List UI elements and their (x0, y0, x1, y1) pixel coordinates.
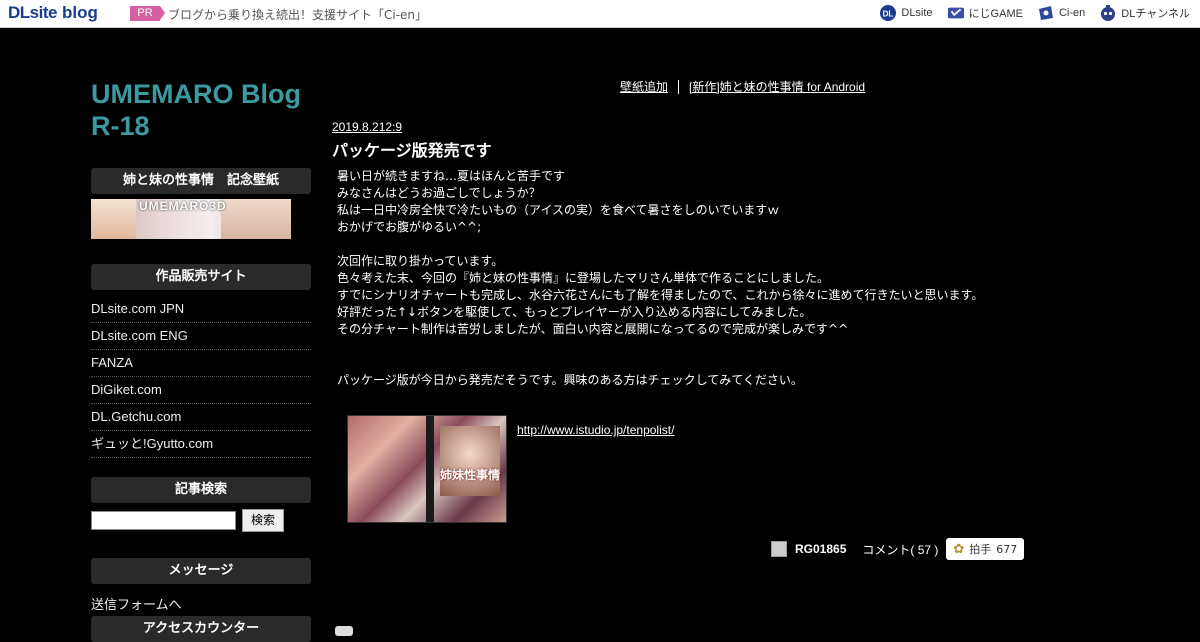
top-bar: DLsite blog PR ブログから乗り換え続出！支援サイト「Ci-en」 … (0, 0, 1200, 28)
sites-list: DLsite.com JPN DLsite.com ENG FANZA DiGi… (91, 296, 311, 458)
site-link-digiket[interactable]: DiGiket.com (91, 377, 311, 404)
clap-button[interactable]: ✿ 拍手 677 (946, 538, 1025, 560)
cien-icon (1037, 4, 1055, 22)
top-link-dlsite[interactable]: DL DLsite (879, 4, 933, 22)
logo-blog-text: blog (61, 3, 98, 22)
message-form-link[interactable]: 送信フォームへ (91, 594, 182, 613)
post-line: その分チャート制作は苦労しましたが、面白い内容と展開になってるので完成が楽しみで… (337, 322, 849, 336)
wallpaper-heading: 姉と妹の性事情 記念壁紙 (91, 168, 311, 194)
site-link-dlsite-jpn[interactable]: DLsite.com JPN (91, 296, 311, 323)
banner-left-image (91, 199, 136, 239)
search-heading: 記事検索 (91, 477, 311, 503)
nav-link-new-android[interactable]: [新作]姉と妹の性事情 for Android (689, 78, 865, 95)
pr-badge: PR (130, 6, 165, 21)
next-post-icon (335, 626, 353, 636)
top-link-cien[interactable]: Ci-en (1037, 4, 1085, 22)
comments-link[interactable]: コメント( 57 ) (862, 541, 938, 558)
search-input[interactable] (91, 511, 236, 530)
post-line: 暑い日が続きますね…夏はほんと苦手です (337, 169, 566, 183)
top-nav: 壁紙追加 [新作]姉と妹の性事情 for Android (620, 78, 865, 95)
svg-text:DL: DL (883, 10, 894, 19)
dlsite-icon: DL (879, 4, 897, 22)
post-line: 色々考えた末、今回の『姉と妹の性事情』に登場したマリさん単体で作ることにしました… (337, 271, 830, 285)
site-link-gyutto[interactable]: ギュッと!Gyutto.com (91, 431, 311, 458)
clap-count: 677 (996, 542, 1018, 556)
message-heading: メッセージ (91, 558, 311, 584)
post-line: 好評だった↑↓ボタンを駆使して、もっとプレイヤーが入り込める内容にしてみました。 (337, 305, 812, 319)
package-image[interactable]: 姉妹性事情 (347, 415, 507, 523)
blog-title[interactable]: UMEMARO Blog R-18 (91, 78, 321, 142)
counter-heading: アクセスカウンター (91, 616, 311, 642)
top-link-label: にじGAME (968, 8, 1023, 20)
top-link-nijigame[interactable]: にじGAME (947, 4, 1023, 22)
site-link-getchu[interactable]: DL.Getchu.com (91, 404, 311, 431)
post-line: すでにシナリオチャートも完成し、水谷六花さんにも了解を得ましたので、これから徐々… (337, 288, 984, 302)
sites-heading: 作品販売サイト (91, 264, 311, 290)
site-link-fanza[interactable]: FANZA (91, 350, 311, 377)
banner-text: UMEMARO3D (139, 199, 227, 213)
package-title: 姉妹性事情 (440, 468, 501, 482)
post-line: おかげでお腹がゆるい^^; (337, 220, 482, 234)
wallpaper-banner[interactable]: UMEMARO3D (91, 199, 291, 239)
post-line: みなさんはどうお過ごしでしょうか？ (337, 186, 541, 200)
top-links: DL DLsite にじGAME Ci-en DLチャンネル (879, 4, 1190, 22)
nav-separator (678, 79, 680, 94)
post-line (337, 338, 1027, 355)
post-title[interactable]: パッケージ版発売です (332, 137, 492, 161)
post-line (337, 236, 1027, 253)
post-line: パッケージ版が今日から発売だそうです。興味のある方はチェックしてみてください。 (337, 373, 803, 387)
top-link-label: Ci-en (1058, 7, 1086, 19)
package-spine (426, 416, 434, 522)
post-body: 暑い日が続きますね…夏はほんと苦手です みなさんはどうお過ごしでしょうか？ 私は… (337, 168, 1027, 389)
pr-ad-link[interactable]: ブログから乗り換え続出！支援サイト「Ci-en」 (168, 6, 427, 23)
nijigame-icon (947, 4, 965, 22)
istudio-link[interactable]: http://www.istudio.jp/tenpolist/ (517, 423, 674, 437)
post-date[interactable]: 2019.8.212:9 (332, 120, 402, 134)
site-link-dlsite-eng[interactable]: DLsite.com ENG (91, 323, 311, 350)
top-link-label: DLsite (901, 7, 933, 19)
logo-dlsite-text: DLsite (8, 3, 57, 22)
author-name[interactable]: RG01865 (795, 542, 846, 556)
top-link-label: DLチャンネル (1121, 8, 1190, 20)
dlsite-blog-logo[interactable]: DLsite blog (8, 3, 98, 23)
banner-right-image (221, 199, 291, 239)
clap-icon: ✿ (953, 541, 965, 557)
search-button[interactable]: 検索 (242, 509, 284, 532)
dlchannel-icon (1099, 4, 1117, 22)
clap-label: 拍手 (969, 543, 992, 556)
post-line: 次回作に取り掛かっています。 (337, 254, 504, 268)
nav-link-wallpaper[interactable]: 壁紙追加 (620, 78, 668, 95)
author-avatar[interactable] (771, 541, 787, 557)
top-link-dlchannel[interactable]: DLチャンネル (1099, 4, 1190, 22)
post-line (337, 355, 1027, 372)
package-cover-art (440, 426, 500, 496)
post-footer: RG01865 コメント( 57 ) ✿ 拍手 677 (771, 538, 1025, 560)
post-line: 私は一日中冷房全快で冷たいもの（アイスの実）を食べて暑さをしのいでいますｗ (337, 203, 780, 217)
